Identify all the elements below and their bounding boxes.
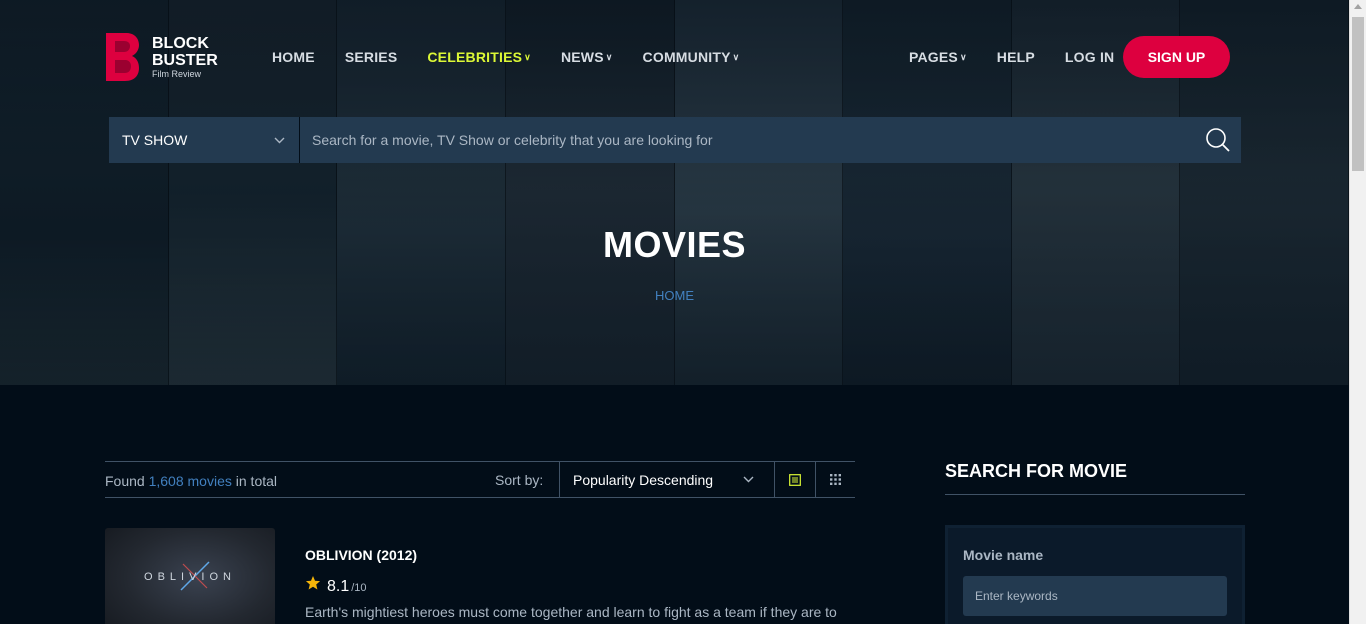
poster-title: OBLIVION <box>144 571 236 583</box>
logo-b-icon <box>104 31 140 83</box>
nav-login[interactable]: LOG IN <box>1065 49 1114 65</box>
chevron-down-icon: ∨ <box>732 52 740 62</box>
list-view-button[interactable] <box>774 462 815 497</box>
grid-view-icon <box>830 474 841 485</box>
chevron-down-icon <box>274 137 285 143</box>
results-count: Found 1,608 movies in total <box>105 473 278 489</box>
movie-description: Earth's mightiest heroes must come toget… <box>305 604 837 620</box>
nav-help[interactable]: HELP <box>997 49 1035 65</box>
nav-home[interactable]: HOME <box>272 49 315 65</box>
scrollbar-thumb[interactable] <box>1352 17 1364 171</box>
listing-toolbar: Found 1,608 movies in total Sort by: Pop… <box>105 461 855 498</box>
chevron-down-icon: ∨ <box>524 52 531 62</box>
search-category-select[interactable]: TV SHOW <box>109 117 300 163</box>
movie-name-input[interactable]: Enter keywords <box>963 576 1227 616</box>
search-icon[interactable] <box>1195 117 1241 163</box>
secondary-nav: PAGES ∨ HELP LOG IN <box>909 49 1144 65</box>
chevron-down-icon: ∨ <box>605 52 613 62</box>
search-input[interactable]: Search for a movie, TV Show or celebrity… <box>300 117 1195 163</box>
sort-label: Sort by: <box>495 472 544 488</box>
rating-max: /10 <box>351 582 367 594</box>
nav-pages[interactable]: PAGES ∨ <box>909 49 967 65</box>
star-icon <box>305 576 321 590</box>
nav-celebrities[interactable]: CELEBRITIES ∨ <box>427 49 531 65</box>
chevron-down-icon <box>743 476 754 483</box>
list-view-icon <box>789 473 801 486</box>
site-logo[interactable]: BLOCK BUSTER Film Review <box>104 31 218 83</box>
sidebar-title: SEARCH FOR MOVIE <box>945 461 1128 481</box>
main-nav: HOME SERIES CELEBRITIES ∨ NEWS ∨ COMMUNITY… <box>272 49 769 65</box>
movie-poster[interactable]: OBLIVION <box>105 528 275 624</box>
chevron-down-icon: ∨ <box>959 52 967 62</box>
nav-news[interactable]: NEWS ∨ <box>561 49 613 65</box>
logo-line1: BLOCK <box>152 35 209 52</box>
grid-view-button[interactable] <box>815 462 855 497</box>
nav-community[interactable]: COMMUNITY ∨ <box>643 49 740 65</box>
movie-name-label: Movie name <box>963 547 1044 563</box>
movie-rating: 8.1 /10 <box>305 575 367 596</box>
divider <box>945 494 1245 495</box>
movie-title[interactable]: OBLIVION (2012) <box>305 547 417 563</box>
sort-select[interactable]: Popularity Descending <box>559 462 774 497</box>
top-search-bar: TV SHOW Search for a movie, TV Show or c… <box>109 117 1241 163</box>
scroll-up-arrow-icon[interactable] <box>1354 4 1362 9</box>
logo-tagline: Film Review <box>152 69 202 79</box>
nav-series[interactable]: SERIES <box>345 49 398 65</box>
breadcrumb-home[interactable]: HOME <box>0 288 1349 303</box>
rating-value: 8.1 <box>327 578 350 595</box>
page-scrollbar[interactable] <box>1349 0 1366 624</box>
page-title: MOVIES <box>602 224 747 265</box>
signup-button[interactable]: SIGN UP <box>1123 36 1230 78</box>
logo-line2: BUSTER <box>152 52 218 69</box>
